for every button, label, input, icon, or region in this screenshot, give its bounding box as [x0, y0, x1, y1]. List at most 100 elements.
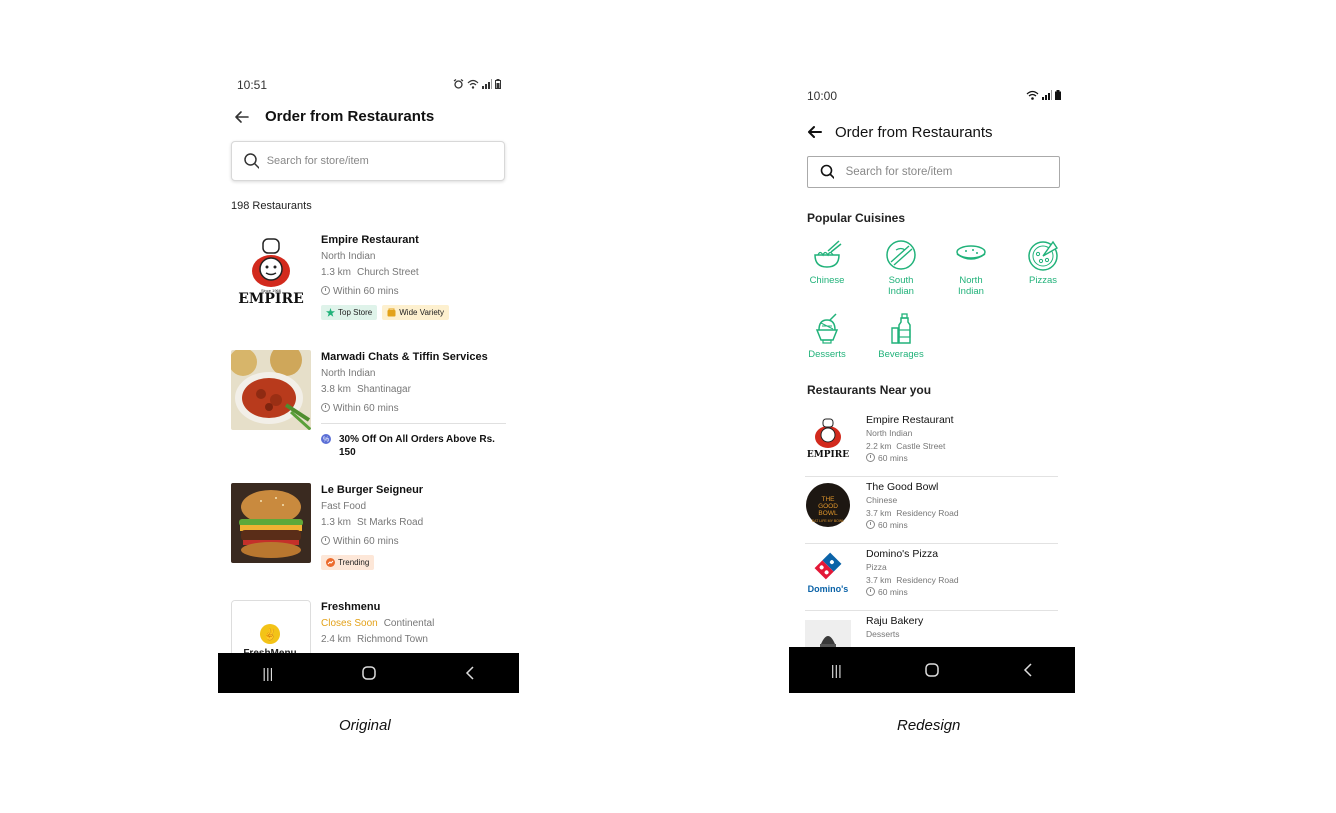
redesign-phone-screen: 10:00 Order from Restaurants Popular Cui…: [789, 82, 1075, 693]
home-icon[interactable]: [362, 666, 376, 680]
search-bar[interactable]: [807, 156, 1060, 188]
restaurant-name: Empire Restaurant: [866, 414, 954, 426]
ice-cream-icon: [815, 313, 839, 344]
restaurant-eta: 60 mins: [866, 452, 954, 465]
dosa-icon: [886, 240, 916, 270]
svg-text:%: %: [323, 437, 329, 444]
clock-icon: [321, 286, 330, 295]
empire-logo: EMPIRE Since 1966: [231, 233, 311, 313]
search-bar[interactable]: [231, 141, 505, 181]
offer-row: % 30% Off On All Orders Above Rs. 150: [321, 423, 506, 459]
back-arrow-icon[interactable]: [232, 107, 252, 127]
top-store-badge: Top Store: [321, 305, 378, 320]
restaurant-cuisine: Chinese: [866, 495, 898, 505]
pizza-icon: [1028, 240, 1058, 271]
restaurant-eta: Within 60 mins: [321, 534, 506, 550]
battery-icon: [1055, 90, 1061, 100]
cuisine-north-indian[interactable]: North Indian: [946, 238, 996, 297]
restaurant-eta: 60 mins: [866, 519, 959, 532]
noodle-bowl-icon: [814, 240, 842, 268]
restaurant-cuisine: Fast Food: [321, 501, 367, 512]
basket-icon: [387, 308, 396, 317]
clock-icon: [866, 453, 875, 462]
nearby-restaurant-row[interactable]: EMPIRE Empire Restaurant North Indian 2.…: [805, 410, 1058, 477]
cuisine-beverages[interactable]: Beverages: [876, 312, 926, 360]
restaurant-location: 3.8 km Shantinagar: [321, 384, 411, 395]
back-nav-icon[interactable]: [465, 666, 475, 680]
restaurant-card[interactable]: ✌ FreshMenu Freshmenu Closes SoonContine…: [231, 600, 506, 680]
restaurant-location: 2.4 km Richmond Town: [321, 634, 428, 645]
back-arrow-icon[interactable]: [805, 122, 825, 142]
food-photo-curry: [231, 350, 311, 430]
restaurant-name: Domino's Pizza: [866, 548, 939, 560]
restaurant-card[interactable]: Le Burger Seigneur Fast Food 1.3 km St Ma…: [231, 483, 506, 583]
system-nav-bar: |||: [789, 647, 1075, 693]
cuisine-pizzas[interactable]: Pizzas: [1018, 238, 1068, 286]
popular-cuisines-title: Popular Cuisines: [807, 211, 906, 225]
svg-text:EMPIRE: EMPIRE: [238, 291, 304, 307]
restaurant-card[interactable]: EMPIRE Since 1966 Empire Restaurant Nort…: [231, 233, 506, 333]
status-time: 10:00: [807, 89, 838, 103]
trending-badge: Trending: [321, 555, 375, 570]
restaurant-eta: 60 mins: [866, 586, 959, 599]
restaurant-location: 2.2 km Castle Street: [866, 440, 946, 451]
nearby-restaurant-row[interactable]: Domino's Domino's Pizza Pizza 3.7 km Res…: [805, 544, 1058, 611]
restaurant-eta: Within 60 mins: [321, 284, 506, 300]
status-icons: [1026, 90, 1061, 100]
bottle-icon: [891, 313, 911, 344]
svg-text:GOOD: GOOD: [818, 503, 838, 510]
closes-soon-label: Closes Soon: [321, 618, 378, 629]
svg-text:Domino's: Domino's: [808, 584, 849, 594]
search-input[interactable]: [266, 155, 504, 167]
clock-icon: [866, 520, 875, 529]
restaurant-cuisine: North Indian: [866, 428, 913, 438]
cuisine-chinese[interactable]: Chinese: [802, 238, 852, 286]
clock-icon: [321, 403, 330, 412]
recent-apps-icon[interactable]: |||: [831, 662, 842, 678]
restaurant-status-cuisine: Closes Soon Continental: [321, 618, 435, 629]
svg-text:THE: THE: [822, 496, 836, 503]
restaurant-location: 3.7 km Residency Road: [866, 507, 959, 518]
restaurant-name: Freshmenu: [321, 601, 381, 613]
recent-apps-icon[interactable]: |||: [262, 665, 273, 681]
svg-text:EAT LIFE MY BOWL: EAT LIFE MY BOWL: [812, 519, 844, 523]
star-icon: [326, 308, 335, 317]
restaurant-count: 198 Restaurants: [231, 200, 312, 212]
alarm-icon: [453, 79, 464, 89]
discount-icon: %: [321, 434, 331, 444]
nearby-restaurant-row[interactable]: THE GOOD BOWL EAT LIFE MY BOWL The Good …: [805, 477, 1058, 544]
system-nav-bar: |||: [218, 653, 519, 693]
status-time: 10:51: [237, 78, 268, 92]
signal-icon: [1042, 90, 1052, 100]
search-input[interactable]: [845, 166, 1059, 178]
caption-redesign: Redesign: [897, 717, 961, 734]
restaurant-eta: Within 60 mins: [321, 401, 506, 417]
battery-icon: [495, 79, 501, 89]
clock-icon: [321, 536, 330, 545]
cuisine-desserts[interactable]: Desserts: [802, 312, 852, 360]
restaurant-location: 1.3 km St Marks Road: [321, 517, 424, 528]
restaurant-location: 3.7 km Residency Road: [866, 574, 959, 585]
back-nav-icon[interactable]: [1023, 663, 1033, 677]
wifi-icon: [467, 79, 479, 89]
good-bowl-logo: THE GOOD BOWL EAT LIFE MY BOWL: [806, 483, 850, 527]
home-icon[interactable]: [925, 663, 940, 677]
page-title: Order from Restaurants: [835, 124, 993, 141]
restaurants-near-title: Restaurants Near you: [807, 383, 932, 397]
search-icon: [820, 164, 834, 179]
status-icons: [453, 79, 501, 89]
restaurant-card[interactable]: Marwadi Chats & Tiffin Services North In…: [231, 350, 506, 470]
restaurant-name: Raju Bakery: [866, 615, 924, 627]
restaurant-name: The Good Bowl: [866, 481, 939, 493]
food-photo-burger: [231, 483, 311, 563]
restaurant-cuisine: North Indian: [321, 251, 376, 262]
search-icon: [244, 153, 259, 169]
caption-original: Original: [339, 717, 391, 734]
restaurant-cuisine: Pizza: [866, 562, 887, 572]
svg-text:BOWL: BOWL: [818, 510, 838, 517]
wifi-icon: [1026, 90, 1039, 100]
empire-logo: EMPIRE: [807, 418, 849, 460]
restaurant-name: Marwadi Chats & Tiffin Services: [321, 351, 488, 363]
restaurant-name: Le Burger Seigneur: [321, 484, 424, 496]
cuisine-south-indian[interactable]: South Indian: [876, 238, 926, 297]
